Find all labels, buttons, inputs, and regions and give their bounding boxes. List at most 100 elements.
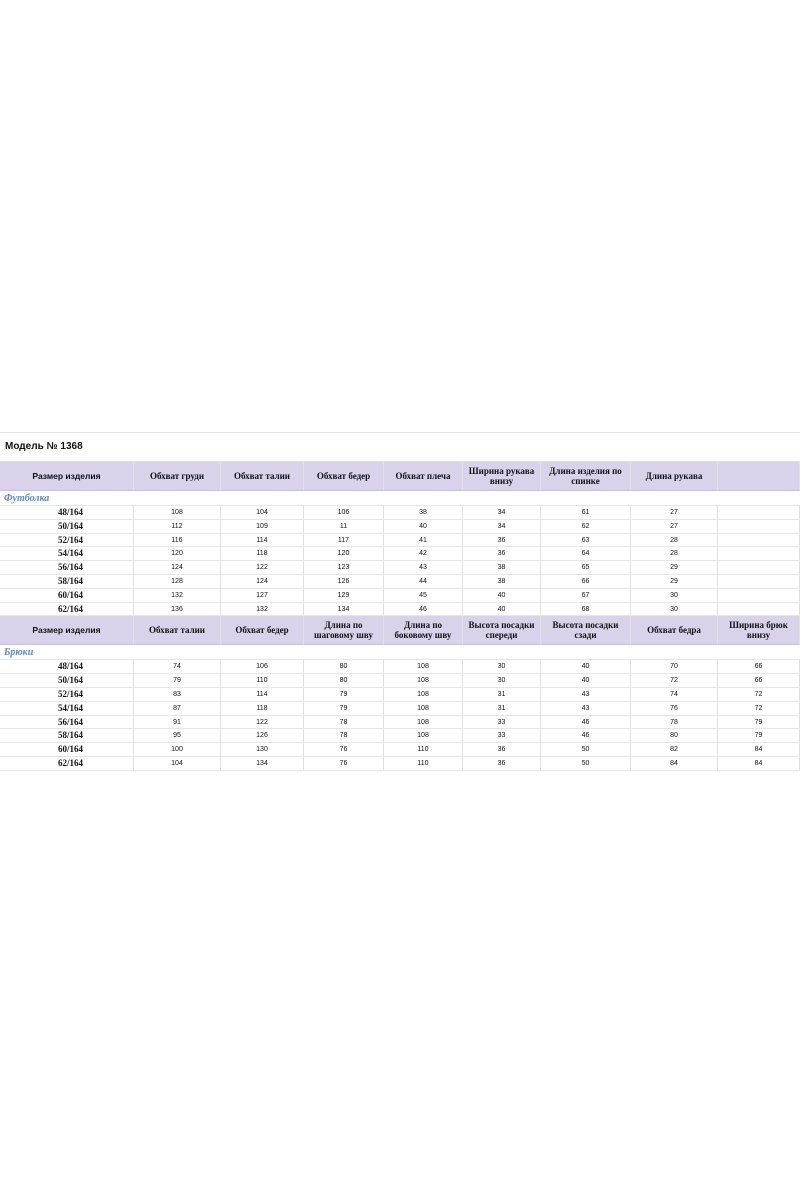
value-cell: 136 xyxy=(134,602,221,617)
value-cell: 114 xyxy=(221,533,304,548)
value-cell: 40 xyxy=(541,674,631,688)
value-cell: 46 xyxy=(384,602,463,617)
value-cell: 79 xyxy=(134,674,221,688)
size-cell: 58/164 xyxy=(0,729,134,744)
value-cell: 43 xyxy=(541,687,631,702)
value-cell: 109 xyxy=(221,519,304,534)
value-cell: 114 xyxy=(221,687,304,702)
value-cell: 104 xyxy=(221,506,304,520)
value-cell: 84 xyxy=(718,756,800,771)
value-cell: 128 xyxy=(134,574,221,589)
value-cell: 46 xyxy=(541,729,631,744)
pants-header-cell: Обхват бедра xyxy=(631,616,718,646)
value-cell: 42 xyxy=(384,547,463,562)
value-cell: 76 xyxy=(304,743,384,757)
value-cell: 120 xyxy=(304,547,384,562)
value-cell: 74 xyxy=(631,687,718,702)
value-cell: 129 xyxy=(304,588,384,603)
value-cell xyxy=(718,602,800,617)
value-cell: 72 xyxy=(718,687,800,702)
value-cell: 63 xyxy=(541,533,631,548)
value-cell: 79 xyxy=(304,687,384,702)
value-cell: 64 xyxy=(541,547,631,562)
value-cell: 124 xyxy=(221,574,304,589)
value-cell: 80 xyxy=(631,729,718,744)
pants-header-cell: Размер изделия xyxy=(0,616,134,646)
value-cell: 132 xyxy=(221,602,304,617)
value-cell: 40 xyxy=(463,602,541,617)
value-cell: 91 xyxy=(134,715,221,730)
value-cell: 34 xyxy=(463,519,541,534)
value-cell: 40 xyxy=(541,660,631,675)
value-cell xyxy=(718,547,800,562)
value-cell: 38 xyxy=(463,561,541,575)
size-table: Размер изделия Обхват груди Обхват талии Об… xyxy=(0,462,800,771)
size-cell: 60/164 xyxy=(0,588,134,603)
value-cell: 50 xyxy=(541,743,631,757)
value-cell: 30 xyxy=(631,602,718,617)
value-cell: 30 xyxy=(631,588,718,603)
value-cell: 27 xyxy=(631,506,718,520)
value-cell: 78 xyxy=(631,715,718,730)
value-cell: 27 xyxy=(631,519,718,534)
value-cell: 134 xyxy=(221,756,304,771)
value-cell: 110 xyxy=(384,743,463,757)
value-cell: 79 xyxy=(718,715,800,730)
value-cell: 41 xyxy=(384,533,463,548)
pants-header-cell: Высота посадки сзади xyxy=(541,616,631,646)
value-cell: 122 xyxy=(221,715,304,730)
value-cell: 106 xyxy=(304,506,384,520)
value-cell: 118 xyxy=(221,701,304,716)
value-cell xyxy=(718,588,800,603)
value-cell: 30 xyxy=(463,674,541,688)
size-cell: 56/164 xyxy=(0,715,134,730)
value-cell: 80 xyxy=(304,674,384,688)
value-cell: 134 xyxy=(304,602,384,617)
value-cell: 38 xyxy=(384,506,463,520)
value-cell: 61 xyxy=(541,506,631,520)
value-cell: 72 xyxy=(718,701,800,716)
size-cell: 48/164 xyxy=(0,660,134,675)
value-cell: 112 xyxy=(134,519,221,534)
value-cell: 43 xyxy=(384,561,463,575)
size-cell: 62/164 xyxy=(0,756,134,771)
value-cell: 66 xyxy=(718,674,800,688)
value-cell: 38 xyxy=(463,574,541,589)
value-cell: 126 xyxy=(221,729,304,744)
value-cell: 84 xyxy=(718,743,800,757)
value-cell: 116 xyxy=(134,533,221,548)
value-cell: 31 xyxy=(463,701,541,716)
value-cell: 127 xyxy=(221,588,304,603)
value-cell: 62 xyxy=(541,519,631,534)
value-cell: 70 xyxy=(631,660,718,675)
value-cell xyxy=(718,506,800,520)
value-cell: 108 xyxy=(384,674,463,688)
value-cell: 106 xyxy=(221,660,304,675)
value-cell: 110 xyxy=(384,756,463,771)
value-cell: 132 xyxy=(134,588,221,603)
value-cell: 65 xyxy=(541,561,631,575)
value-cell: 66 xyxy=(541,574,631,589)
tshirt-header-cell: Длина изделия по спинке xyxy=(541,462,631,491)
value-cell: 44 xyxy=(384,574,463,589)
value-cell: 95 xyxy=(134,729,221,744)
value-cell: 46 xyxy=(541,715,631,730)
pants-header-cell: Длина по шаговому шву xyxy=(304,616,384,646)
value-cell: 122 xyxy=(221,561,304,575)
value-cell: 82 xyxy=(631,743,718,757)
value-cell: 43 xyxy=(541,701,631,716)
value-cell: 80 xyxy=(304,660,384,675)
size-cell: 48/164 xyxy=(0,506,134,520)
size-cell: 50/164 xyxy=(0,674,134,688)
pants-header-cell: Длина по боковому шву xyxy=(384,616,463,646)
value-cell: 78 xyxy=(304,729,384,744)
size-cell: 58/164 xyxy=(0,574,134,589)
tshirt-header-cell: Длина рукава xyxy=(631,462,718,491)
value-cell: 31 xyxy=(463,687,541,702)
pants-header-cell: Ширина брюк внизу xyxy=(718,616,800,646)
value-cell: 40 xyxy=(384,519,463,534)
value-cell: 36 xyxy=(463,756,541,771)
value-cell: 104 xyxy=(134,756,221,771)
value-cell xyxy=(718,519,800,534)
value-cell: 79 xyxy=(718,729,800,744)
